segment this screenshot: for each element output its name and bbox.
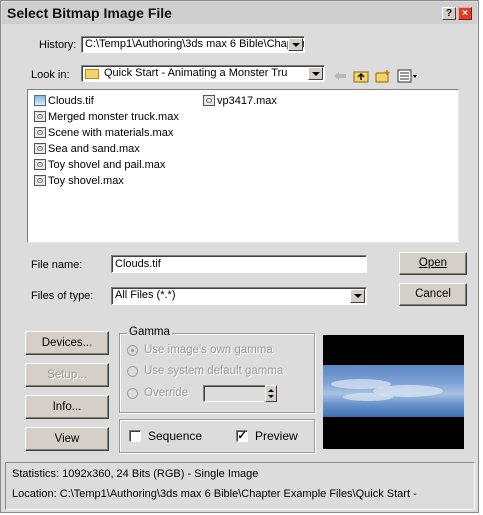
image-preview bbox=[323, 335, 464, 449]
max-file-icon bbox=[34, 143, 46, 154]
close-icon[interactable]: × bbox=[458, 7, 472, 20]
max-file-icon bbox=[34, 111, 46, 122]
history-value: C:\Temp1\Authoring\3ds max 6 Bible\Chapt… bbox=[85, 38, 305, 50]
look-in-label: Look in: bbox=[31, 69, 70, 81]
up-folder-icon[interactable] bbox=[353, 69, 369, 83]
preview-label: Preview bbox=[255, 429, 298, 443]
gamma-group-title: Gamma bbox=[127, 326, 172, 338]
chevron-down-icon[interactable] bbox=[350, 289, 365, 303]
chevron-down-icon[interactable] bbox=[288, 38, 303, 51]
cloud-shape bbox=[343, 393, 393, 401]
look-in-value: Quick Start - Animating a Monster Tru bbox=[104, 67, 288, 79]
gamma-own-radio[interactable] bbox=[127, 345, 138, 356]
history-dropdown[interactable]: C:\Temp1\Authoring\3ds max 6 Bible\Chapt… bbox=[81, 36, 305, 53]
max-file-icon bbox=[203, 95, 215, 106]
cancel-button[interactable]: Cancel bbox=[399, 283, 467, 306]
list-item[interactable]: vp3417.max bbox=[203, 95, 277, 110]
list-item[interactable]: Merged monster truck.max bbox=[34, 111, 179, 126]
help-icon[interactable]: ? bbox=[442, 7, 456, 20]
max-file-icon bbox=[34, 175, 46, 186]
view-button[interactable]: View bbox=[25, 427, 109, 451]
gamma-override-label: Override bbox=[144, 387, 189, 399]
view-menu-icon[interactable] bbox=[397, 69, 419, 83]
folder-icon bbox=[85, 69, 99, 79]
status-panel: Statistics: 1092x360, 24 Bits (RGB) - Si… bbox=[5, 462, 475, 510]
spinner-arrows-icon bbox=[268, 389, 274, 398]
sequence-label: Sequence bbox=[148, 429, 203, 443]
image-file-icon bbox=[34, 95, 46, 106]
statistics-text: Statistics: 1092x360, 24 Bits (RGB) - Si… bbox=[12, 468, 259, 480]
info-button[interactable]: Info... bbox=[25, 395, 109, 419]
file-list[interactable]: Clouds.tif vp3417.max Merged monster tru… bbox=[27, 89, 459, 243]
location-text: Location: C:\Temp1\Authoring\3ds max 6 B… bbox=[12, 488, 417, 500]
list-item[interactable]: Toy shovel and pail.max bbox=[34, 159, 165, 174]
file-name-input[interactable]: Clouds.tif bbox=[111, 255, 367, 273]
window-title: Select Bitmap Image File bbox=[7, 5, 172, 21]
gamma-own-label: Use image's own gamma bbox=[144, 344, 273, 356]
sequence-checkbox[interactable] bbox=[129, 430, 141, 442]
files-of-type-value: All Files (*.*) bbox=[115, 289, 176, 301]
files-of-type-dropdown[interactable]: All Files (*.*) bbox=[111, 287, 367, 305]
files-of-type-label: Files of type: bbox=[31, 290, 94, 302]
clouds-thumbnail bbox=[323, 365, 464, 417]
gamma-override-radio[interactable] bbox=[127, 388, 138, 399]
preview-checkbox[interactable]: ✓ bbox=[236, 430, 248, 442]
list-item[interactable]: Sea and sand.max bbox=[34, 143, 140, 158]
new-folder-icon[interactable] bbox=[375, 69, 391, 83]
list-item[interactable]: Scene with materials.max bbox=[34, 127, 173, 142]
back-arrow-icon[interactable] bbox=[332, 69, 348, 83]
look-in-dropdown[interactable]: Quick Start - Animating a Monster Tru bbox=[81, 65, 325, 82]
chevron-down-icon[interactable] bbox=[308, 67, 323, 80]
history-label: History: bbox=[39, 39, 77, 51]
override-gamma-input[interactable] bbox=[203, 385, 267, 402]
select-bitmap-dialog: Select Bitmap Image File ? × History: C:… bbox=[0, 0, 479, 513]
max-file-icon bbox=[34, 159, 46, 170]
title-bar: Select Bitmap Image File ? × bbox=[2, 2, 477, 24]
open-button[interactable]: Open bbox=[399, 252, 467, 275]
setup-button[interactable]: Setup... bbox=[25, 363, 109, 387]
max-file-icon bbox=[34, 127, 46, 138]
list-item[interactable]: Clouds.tif bbox=[34, 95, 94, 110]
gamma-system-radio[interactable] bbox=[127, 366, 138, 377]
gamma-system-label: Use system default gamma bbox=[144, 365, 284, 377]
list-item[interactable]: Toy shovel.max bbox=[34, 175, 124, 190]
override-spinner[interactable] bbox=[265, 385, 277, 402]
devices-button[interactable]: Devices... bbox=[25, 331, 109, 355]
file-name-label: File name: bbox=[31, 259, 83, 271]
